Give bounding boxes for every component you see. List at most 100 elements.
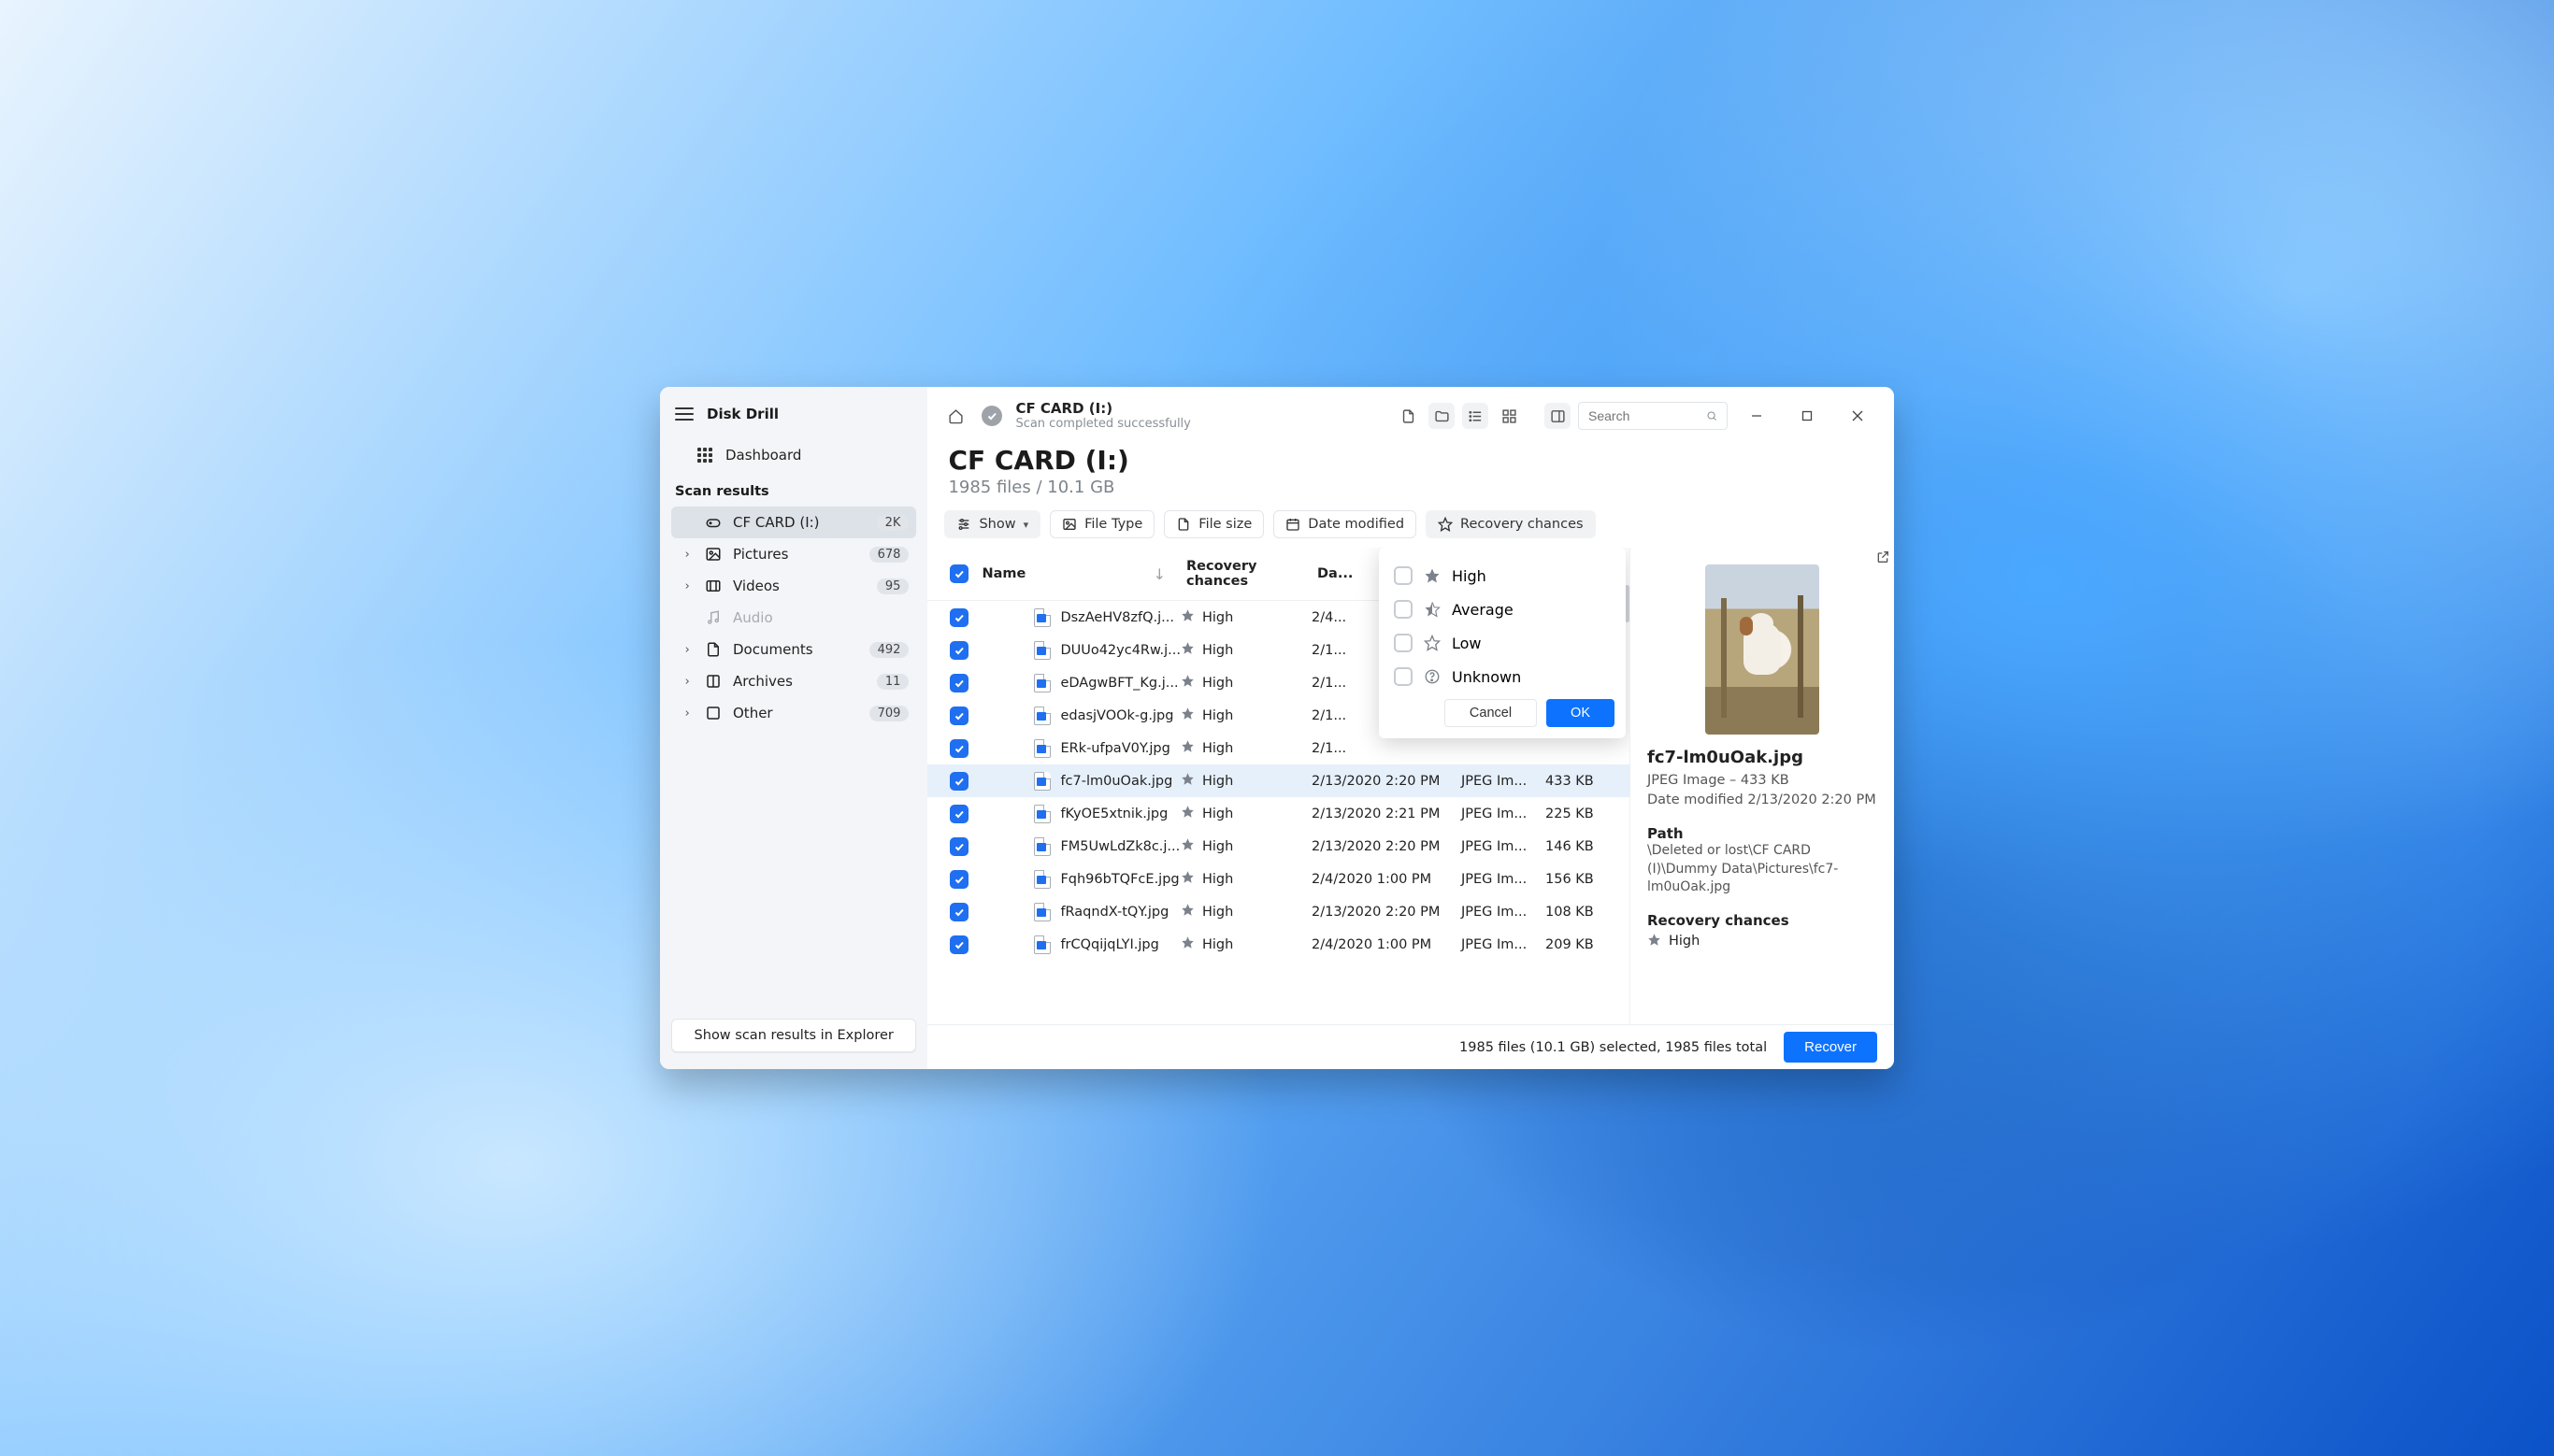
status-check-icon xyxy=(982,406,1002,426)
sidebar-item-audio[interactable]: Audio xyxy=(671,602,916,634)
filter-date-modified[interactable]: Date modified xyxy=(1273,510,1416,538)
hamburger-icon[interactable] xyxy=(675,407,694,421)
home-icon[interactable] xyxy=(942,403,969,429)
file-icon[interactable] xyxy=(1395,403,1421,429)
table-row[interactable]: fKyOE5xtnik.jpgHigh2/13/2020 2:21 PMJPEG… xyxy=(927,797,1629,830)
sidebar-item-pictures[interactable]: ›Pictures678 xyxy=(671,538,916,570)
ok-button[interactable]: OK xyxy=(1546,699,1614,727)
window-minimize[interactable] xyxy=(1735,402,1778,430)
window-close[interactable] xyxy=(1836,402,1879,430)
table-row[interactable]: frCQqijqLYI.jpgHigh2/4/2020 1:00 PMJPEG … xyxy=(927,928,1629,961)
file-name: edasjVOOk-g.jpg xyxy=(1060,708,1173,723)
detail-kind-size: JPEG Image – 433 KB xyxy=(1647,771,1877,791)
select-all-checkbox[interactable] xyxy=(950,564,969,583)
window-maximize[interactable] xyxy=(1786,402,1829,430)
file-thumb-icon xyxy=(1034,707,1051,725)
open-external-icon[interactable] xyxy=(1875,550,1890,568)
sidebar-section-label: Scan results xyxy=(671,477,916,503)
sidebar-item-label: CF CARD (I:) xyxy=(733,514,866,531)
filter-show[interactable]: Show ▾ xyxy=(944,510,1040,538)
row-checkbox[interactable] xyxy=(950,707,969,725)
row-checkbox[interactable] xyxy=(950,805,969,823)
grid-view-icon[interactable] xyxy=(1496,403,1522,429)
sidebar-item-badge: 709 xyxy=(869,706,910,721)
recovery-value: High xyxy=(1202,872,1233,887)
drive-icon xyxy=(705,514,722,531)
search-box[interactable] xyxy=(1578,402,1728,430)
size-value: 433 KB xyxy=(1545,774,1620,789)
kind-value: JPEG Im... xyxy=(1461,937,1545,952)
row-checkbox[interactable] xyxy=(950,837,969,856)
table-row[interactable]: FM5UwLdZk8c.j...High2/13/2020 2:20 PMJPE… xyxy=(927,830,1629,863)
row-checkbox[interactable] xyxy=(950,674,969,692)
star-icon xyxy=(1438,517,1453,532)
file-list: Name ↓ Recovery chances Da... DszAeHV8zf… xyxy=(927,548,1629,1024)
sidebar-item-badge: 2K xyxy=(877,515,910,531)
sidebar-item-label: Videos xyxy=(733,578,866,594)
row-checkbox[interactable] xyxy=(950,641,969,660)
popup-option-unknown[interactable]: Unknown xyxy=(1390,660,1614,693)
doc-icon xyxy=(705,641,722,658)
file-thumb-icon xyxy=(1034,608,1051,627)
sidebar-item-dashboard[interactable]: Dashboard xyxy=(671,437,916,473)
list-view-icon[interactable] xyxy=(1462,403,1488,429)
chevron-right-icon: › xyxy=(681,579,694,593)
star-icon xyxy=(1181,837,1195,855)
cancel-button[interactable]: Cancel xyxy=(1444,699,1537,727)
panel-toggle-icon[interactable] xyxy=(1544,403,1571,429)
col-name[interactable]: Name ↓ xyxy=(976,560,1181,589)
recovery-value: High xyxy=(1202,643,1233,658)
kind-value: JPEG Im... xyxy=(1461,872,1545,887)
checkbox[interactable] xyxy=(1394,566,1413,585)
row-checkbox[interactable] xyxy=(950,935,969,954)
row-checkbox[interactable] xyxy=(950,870,969,889)
popup-option-label: Low xyxy=(1452,635,1482,652)
filter-recovery-chances[interactable]: Recovery chances xyxy=(1426,510,1596,538)
checkbox[interactable] xyxy=(1394,667,1413,686)
image-icon xyxy=(705,546,722,563)
app-title: Disk Drill xyxy=(707,406,779,422)
filter-file-type[interactable]: File Type xyxy=(1050,510,1155,538)
sidebar-item-label: Pictures xyxy=(733,546,858,563)
star-icon xyxy=(1647,933,1661,950)
checkbox[interactable] xyxy=(1394,600,1413,619)
date-value: 2/4/2020 1:00 PM xyxy=(1312,872,1461,887)
recovery-value: High xyxy=(1202,905,1233,920)
size-value: 225 KB xyxy=(1545,807,1620,821)
popup-option-low[interactable]: Low xyxy=(1390,626,1614,660)
file-thumb-icon xyxy=(1034,837,1051,856)
col-recovery[interactable]: Recovery chances xyxy=(1181,553,1312,594)
file-name: fKyOE5xtnik.jpg xyxy=(1060,807,1168,821)
sidebar-item-other[interactable]: ›Other709 xyxy=(671,697,916,729)
sidebar-item-documents[interactable]: ›Documents492 xyxy=(671,634,916,665)
checkbox[interactable] xyxy=(1394,634,1413,652)
recover-button[interactable]: Recover xyxy=(1784,1032,1877,1063)
star-icon xyxy=(1181,608,1195,626)
date-value: 2/1... xyxy=(1312,741,1461,756)
row-checkbox[interactable] xyxy=(950,608,969,627)
file-icon xyxy=(1176,517,1191,532)
detail-panel: fc7-lm0uOak.jpg JPEG Image – 433 KB Date… xyxy=(1630,548,1894,1024)
popup-option-high[interactable]: High xyxy=(1390,559,1614,592)
row-checkbox[interactable] xyxy=(950,739,969,758)
table-row[interactable]: Fqh96bTQFcE.jpgHigh2/4/2020 1:00 PMJPEG … xyxy=(927,863,1629,895)
chevron-right-icon: › xyxy=(681,643,694,657)
chevron-down-icon: ▾ xyxy=(1024,519,1029,531)
sidebar-item-archives[interactable]: ›Archives11 xyxy=(671,665,916,697)
popup-option-label: Unknown xyxy=(1452,668,1521,686)
sidebar-item-cf-card-i-[interactable]: CF CARD (I:) 2K xyxy=(671,507,916,538)
table-row[interactable]: fc7-lm0uOak.jpgHigh2/13/2020 2:20 PMJPEG… xyxy=(927,764,1629,797)
sidebar-item-videos[interactable]: ›Videos95 xyxy=(671,570,916,602)
search-input[interactable] xyxy=(1588,408,1700,423)
row-checkbox[interactable] xyxy=(950,903,969,921)
filter-file-size[interactable]: File size xyxy=(1164,510,1264,538)
kind-value: JPEG Im... xyxy=(1461,774,1545,789)
recovery-value: High xyxy=(1202,839,1233,854)
folder-icon[interactable] xyxy=(1428,403,1455,429)
table-row[interactable]: fRaqndX-tQY.jpgHigh2/13/2020 2:20 PMJPEG… xyxy=(927,895,1629,928)
show-in-explorer-button[interactable]: Show scan results in Explorer xyxy=(671,1019,916,1052)
sidebar-item-label: Other xyxy=(733,705,858,721)
date-value: 2/13/2020 2:20 PM xyxy=(1312,774,1461,789)
row-checkbox[interactable] xyxy=(950,772,969,791)
popup-option-average[interactable]: Average xyxy=(1390,592,1614,626)
